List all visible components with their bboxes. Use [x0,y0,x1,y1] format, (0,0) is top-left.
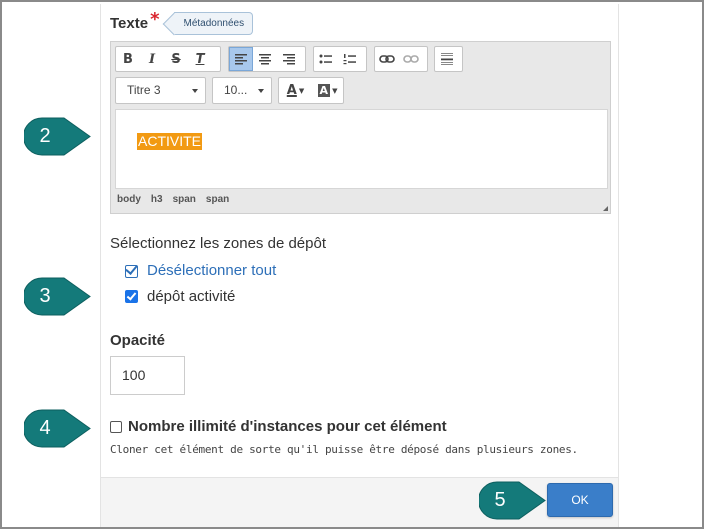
horizontal-line-icon [441,53,453,65]
font-size-select[interactable]: 10... [212,77,272,104]
opacity-input[interactable]: 100 [110,356,185,395]
unlimited-instances-label: Nombre illimité d'instances pour cet élé… [128,418,447,435]
background-color-button[interactable]: A ▼ [312,79,343,103]
hr-group [434,46,463,72]
required-marker: * [150,9,160,30]
bold-button[interactable]: B [116,47,140,71]
chevron-down-icon [258,89,264,93]
callout-marker: 3 [24,277,94,316]
text-color-button[interactable]: A ▼ [279,79,312,103]
chevron-down-icon [192,89,198,93]
unlimited-instances-option[interactable]: Nombre illimité d'instances pour cet élé… [110,418,447,435]
chevron-down-icon: ▼ [298,86,305,95]
align-group [228,46,306,72]
unlink-button[interactable] [399,47,423,71]
color-group: A ▼ A ▼ [278,77,344,104]
strikethrough-button[interactable]: S [164,47,188,71]
texte-field-label: Texte * Métadonnées [110,9,254,35]
unlink-icon [403,55,419,63]
numbered-list-icon [343,54,356,65]
unlimited-instances-checkbox[interactable] [110,420,122,433]
horizontal-line-button[interactable] [435,47,459,71]
editor-content-area[interactable]: ACTIVITE [115,109,608,189]
callout-number: 3 [39,285,51,307]
callout-number: 4 [39,417,51,439]
chevron-down-icon: ▼ [332,86,338,95]
callout-number: 5 [494,489,506,511]
format-select[interactable]: Titre 3 [115,77,206,104]
callout-marker: 4 [24,409,94,448]
format-select-value: Titre 3 [127,83,161,97]
text-color-icon: A [286,83,297,98]
bulleted-list-icon [319,54,332,64]
callout-number: 2 [39,125,51,147]
align-right-icon [283,54,295,65]
numbered-list-button[interactable] [338,47,362,71]
link-button[interactable] [375,47,399,71]
opacity-label: Opacité [110,332,166,349]
align-center-button[interactable] [253,47,277,71]
edit-element-dialog: Texte * Métadonnées B I S T Titre 3 10..… [100,4,619,527]
align-center-icon [259,54,271,65]
deselect-all-link[interactable]: Désélectionner tout [125,262,276,279]
drop-zone-item[interactable]: dépôt activité [125,288,235,305]
drop-zones-title: Sélectionnez les zones de dépôt [110,235,326,252]
font-size-select-value: 10... [224,83,248,97]
drop-zone-label: dépôt activité [147,288,236,305]
align-left-icon [235,54,247,65]
list-group [313,46,367,72]
link-icon [379,55,395,63]
highlighted-heading-text: ACTIVITE [137,133,203,150]
path-item[interactable]: h3 [151,194,163,205]
align-right-button[interactable] [277,47,301,71]
drop-zone-checkbox[interactable] [125,290,138,303]
element-path-bar: body h3 span span [117,194,229,205]
path-item[interactable]: body [117,194,141,205]
ok-button[interactable]: OK [547,483,613,517]
deselect-all-label: Désélectionner tout [147,262,277,279]
callout-marker: 5 [479,481,549,520]
path-item[interactable]: span [206,194,229,205]
metadata-button[interactable]: Métadonnées [173,12,254,35]
background-color-icon: A [317,84,331,97]
basic-style-group: B I S T [115,46,221,72]
path-item[interactable]: span [173,194,196,205]
callout-marker: 2 [24,117,94,156]
rich-text-editor: B I S T Titre 3 10... A ▼ A ▼ ACTIVITE b… [110,41,611,214]
link-group [374,46,428,72]
texte-label: Texte [110,15,149,32]
bulleted-list-button[interactable] [314,47,338,71]
check-square-icon [125,264,139,278]
remove-format-button[interactable]: T [188,47,212,71]
italic-button[interactable]: I [140,47,164,71]
resize-handle[interactable] [603,206,608,211]
align-left-button[interactable] [229,47,253,71]
unlimited-instances-description: Cloner cet élément de sorte qu'il puisse… [110,443,578,456]
